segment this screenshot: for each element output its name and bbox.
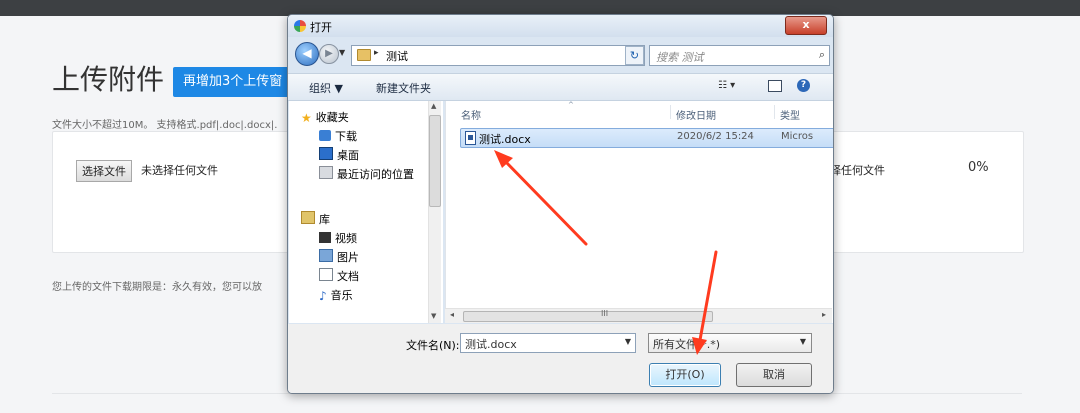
nav-downloads[interactable]: 下载	[319, 128, 357, 144]
column-header-name[interactable]: 名称	[461, 107, 481, 122]
nav-label: 下载	[335, 130, 357, 143]
nav-label: 桌面	[337, 149, 359, 162]
file-date: 2020/6/2 15:24	[677, 131, 754, 142]
upload-percent: 0%	[968, 160, 989, 175]
dialog-title: 打开	[310, 21, 332, 34]
breadcrumb-current[interactable]: 测试	[386, 48, 408, 64]
open-file-dialog: 打开 x ◀ ▶ ▼ ▸ 测试 ▼ ↻ 搜索 测试 ⌕ 组织 ▼ 新建文件夹 ☷…	[287, 14, 834, 394]
choose-file-button[interactable]: 选择文件	[76, 160, 132, 182]
breadcrumb-separator-icon: ▸	[374, 48, 379, 58]
scroll-right-icon[interactable]: ▸	[822, 310, 826, 319]
back-arrow-icon[interactable]: ◀	[295, 42, 319, 66]
column-separator[interactable]	[774, 105, 775, 119]
music-icon: ♪	[319, 289, 327, 303]
close-button[interactable]: x	[785, 16, 827, 35]
filename-dropdown-icon[interactable]: ▼	[625, 337, 631, 346]
file-name: 测试.docx	[479, 133, 531, 146]
browser-app-icon	[294, 20, 306, 32]
new-folder-button[interactable]: 新建文件夹	[376, 80, 431, 96]
file-type-dropdown-icon[interactable]: ▼	[800, 337, 806, 346]
recent-places-icon	[319, 166, 333, 179]
open-button[interactable]: 打开(O)	[649, 363, 721, 387]
search-input[interactable]: 搜索 测试 ⌕	[649, 45, 830, 66]
nav-desktop[interactable]: 桌面	[319, 147, 359, 163]
nav-scroll-thumb[interactable]	[429, 115, 441, 207]
forward-arrow-icon[interactable]: ▶	[319, 44, 339, 64]
help-icon[interactable]: ?	[797, 79, 810, 92]
nav-documents[interactable]: 文档	[319, 268, 359, 284]
scroll-down-icon[interactable]: ▼	[431, 312, 436, 320]
filename-input[interactable]: 测试.docx ▼	[460, 333, 636, 353]
address-row: ◀ ▶ ▼ ▸ 测试 ▼ ↻ 搜索 测试 ⌕	[288, 39, 833, 69]
grip-icon: III	[601, 309, 609, 318]
filename-value: 测试.docx	[465, 338, 517, 351]
upload-description: 文件大小不超过10M。 支持格式.pdf|.doc|.docx|.	[52, 120, 278, 131]
column-header-type[interactable]: 类型	[780, 107, 800, 122]
nav-recent[interactable]: 最近访问的位置	[319, 166, 414, 182]
nav-label: 视频	[335, 232, 357, 245]
nav-label: 收藏夹	[315, 111, 349, 124]
file-status-right: 择任何文件	[830, 164, 885, 177]
column-header-date[interactable]: 修改日期	[676, 107, 716, 122]
file-row[interactable]: 测试.docx 2020/6/2 15:24 Micros	[460, 128, 833, 148]
file-type: Micros	[781, 131, 814, 142]
file-list-pane: ^ 名称 修改日期 类型 测试.docx 2020/6/2 15:24 Micr…	[445, 101, 833, 323]
nav-videos[interactable]: 视频	[319, 230, 357, 246]
history-dropdown-icon[interactable]: ▼	[339, 48, 345, 57]
nav-label: 图片	[337, 251, 359, 264]
downloads-folder-icon	[319, 130, 331, 141]
search-icon[interactable]: ⌕	[819, 48, 825, 62]
download-period-note: 您上传的文件下载期限是：永久有效，您可以放	[52, 282, 262, 293]
add-upload-window-button[interactable]: 再增加3个上传窗	[173, 67, 293, 97]
nav-label: 最近访问的位置	[337, 168, 414, 181]
page-title: 上传附件	[52, 63, 165, 96]
library-icon	[301, 211, 315, 224]
nav-favorites[interactable]: ★ 收藏夹	[301, 109, 349, 125]
file-type-value: 所有文件(*.*)	[653, 338, 721, 351]
view-options-icon[interactable]: ☷ ▾	[718, 80, 735, 91]
file-status: 未选择任何文件	[141, 164, 218, 177]
horizontal-scrollbar[interactable]: ◂ III ▸	[445, 308, 832, 323]
refresh-icon[interactable]: ↻	[625, 46, 644, 65]
nav-music[interactable]: ♪ 音乐	[319, 287, 353, 303]
desktop-icon	[319, 147, 333, 160]
preview-pane-icon[interactable]	[768, 80, 782, 92]
word-document-icon	[465, 131, 476, 145]
nav-label: 音乐	[330, 289, 353, 302]
file-type-select[interactable]: 所有文件(*.*) ▼	[648, 333, 812, 353]
nav-libraries[interactable]: 库	[301, 211, 330, 227]
cancel-button[interactable]: 取消	[736, 363, 812, 387]
search-placeholder: 搜索 测试	[656, 51, 704, 64]
nav-label: 文档	[337, 270, 359, 283]
video-icon	[319, 232, 331, 243]
document-icon	[319, 268, 333, 281]
star-icon: ★	[301, 111, 312, 125]
scroll-left-icon[interactable]: ◂	[450, 310, 454, 319]
column-separator[interactable]	[670, 105, 671, 119]
folder-icon	[357, 49, 371, 61]
address-bar[interactable]: ▸ 测试 ▼	[351, 45, 645, 66]
dialog-titlebar[interactable]: 打开 x	[288, 15, 833, 37]
horizontal-scroll-thumb[interactable]: III	[463, 309, 713, 322]
scroll-up-icon[interactable]: ▲	[431, 102, 436, 110]
nav-label: 库	[319, 213, 330, 226]
dialog-toolbar: 组织 ▼ 新建文件夹 ☷ ▾ ?	[288, 73, 833, 101]
sort-ascending-icon: ^	[568, 101, 574, 109]
organize-menu[interactable]: 组织 ▼	[309, 80, 343, 96]
navigation-pane: ★ 收藏夹 下载 桌面 最近访问的位置 库 视频 图片 文档 ♪ 音乐	[289, 101, 443, 323]
picture-icon	[319, 249, 333, 262]
filename-label: 文件名(N):	[406, 339, 460, 352]
dialog-footer: 文件名(N): 测试.docx ▼ 所有文件(*.*) ▼ 打开(O) 取消	[288, 324, 833, 393]
nav-pictures[interactable]: 图片	[319, 249, 359, 265]
